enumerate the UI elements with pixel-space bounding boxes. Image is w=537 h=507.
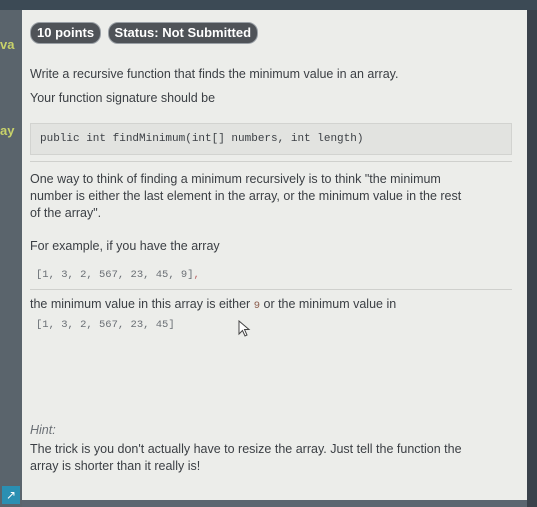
example-intro: For example, if you have the array: [30, 239, 220, 253]
status-badge: Status: Not Submitted: [107, 22, 259, 44]
hint-line: The trick is you don't actually have to …: [30, 442, 462, 456]
example-comma: ,: [193, 269, 200, 281]
horizontal-scrollbar[interactable]: [22, 500, 527, 507]
minimum-text: or the minimum value in: [260, 297, 397, 311]
side-fragment: va: [0, 37, 15, 52]
minimum-sentence: the minimum value in this array is eithe…: [30, 296, 396, 315]
divider: [30, 289, 512, 290]
mouse-pointer-icon: [238, 320, 251, 337]
hint-line: array is shorter than it really is!: [30, 459, 201, 473]
minimum-text: the minimum value in this array is eithe…: [30, 297, 254, 311]
explanation-line: of the array".: [30, 206, 102, 220]
expand-icon[interactable]: ↗: [2, 486, 20, 504]
example-array-line: [1, 3, 2, 567, 23, 45, 9],: [36, 269, 200, 281]
points-badge: 10 points: [30, 22, 102, 44]
window-top-strip: [0, 0, 537, 10]
header-badges: 10 points Status: Not Submitted: [30, 22, 259, 44]
problem-panel: 10 points Status: Not Submitted Write a …: [22, 10, 527, 500]
prompt-line: Your function signature should be: [30, 91, 216, 105]
explanation-line: One way to think of finding a minimum re…: [30, 172, 441, 186]
signature-code-block: public int findMinimum(int[] numbers, in…: [30, 123, 512, 155]
hint-block: Hint: The trick is you don't actually ha…: [30, 422, 462, 475]
left-side-panel: va ay: [0, 10, 22, 507]
prompt-line: Write a recursive function that finds th…: [30, 67, 399, 81]
explanation-paragraph: One way to think of finding a minimum re…: [30, 171, 512, 222]
right-side-strip: [527, 10, 537, 507]
hint-label: Hint:: [30, 423, 56, 437]
divider: [30, 161, 512, 162]
example-array: [1, 3, 2, 567, 23, 45, 9]: [36, 269, 194, 281]
rest-array: [1, 3, 2, 567, 23, 45]: [36, 319, 175, 331]
side-fragment: ay: [0, 123, 15, 138]
explanation-line: number is either the last element in the…: [30, 189, 462, 203]
